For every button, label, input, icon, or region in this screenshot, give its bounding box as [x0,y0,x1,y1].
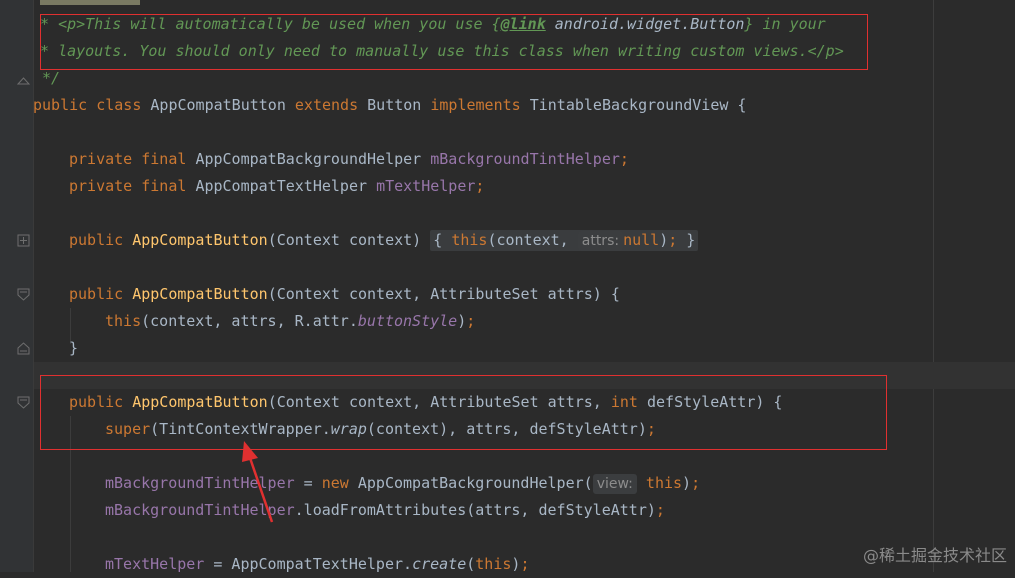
watermark: @稀土掘金技术社区 [862,546,1007,565]
arrow-annotation-icon [242,441,274,523]
